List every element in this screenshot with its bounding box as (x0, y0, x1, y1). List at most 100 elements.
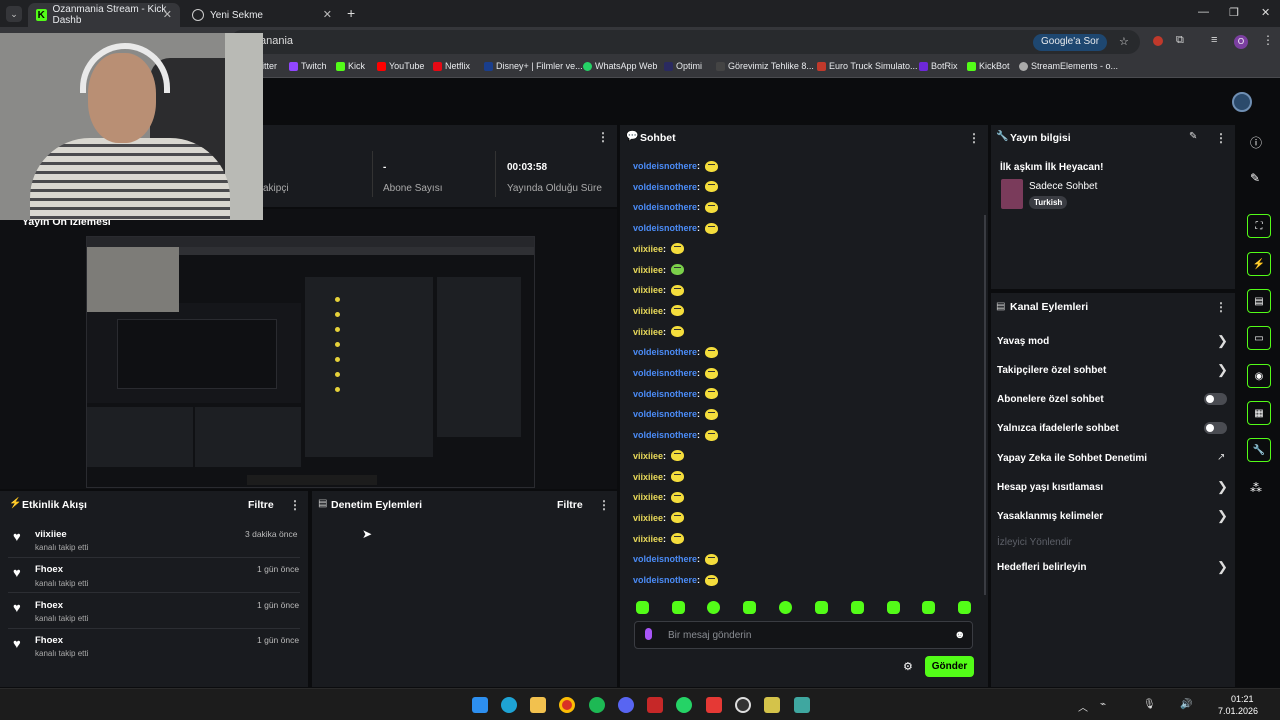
broadcast-icon[interactable]: ◉ (1247, 364, 1271, 388)
chat-username[interactable]: voldeisnothere (633, 409, 697, 419)
chat-username[interactable]: voldeisnothere (633, 182, 697, 192)
more-options-icon[interactable]: ⋮ (597, 130, 609, 144)
emote-button[interactable] (743, 601, 756, 614)
emote-button[interactable] (815, 601, 828, 614)
emote-button[interactable] (779, 601, 792, 614)
emoji-icon[interactable]: ☻ (954, 629, 966, 641)
bookmark-twitter[interactable]: itter (262, 61, 277, 71)
chat-username[interactable]: voldeisnothere (633, 368, 697, 378)
chevron-up-icon[interactable]: ︿ (1078, 699, 1088, 714)
gear-icon[interactable]: ⚙ (903, 660, 913, 673)
bolt-app-icon[interactable] (706, 697, 722, 713)
activity-user[interactable]: Fhoex (35, 600, 63, 611)
more-options-icon[interactable]: ⋮ (289, 498, 301, 512)
stream-preview-video[interactable] (86, 236, 535, 488)
emote-button[interactable] (958, 601, 971, 614)
menu-icon[interactable]: ⋮ (1262, 33, 1274, 47)
close-icon[interactable]: ✕ (323, 8, 332, 21)
emote-button[interactable] (707, 601, 720, 614)
pencil-icon[interactable]: ✎ (1250, 171, 1260, 185)
more-options-icon[interactable]: ⋮ (1215, 300, 1227, 314)
folder-icon[interactable] (530, 697, 546, 713)
edit-icon[interactable]: ✎ (1189, 131, 1197, 142)
chat-username[interactable]: voldeisnothere (633, 554, 697, 564)
bookmark-youtube[interactable]: YouTube (377, 61, 424, 71)
new-tab-button[interactable]: + (347, 5, 355, 21)
send-button[interactable]: Gönder (925, 656, 974, 677)
reading-list-icon[interactable]: ≡ (1211, 34, 1217, 46)
globe-icon[interactable] (1232, 92, 1252, 112)
tab-new-tab[interactable]: Yeni Sekme ✕ (184, 3, 340, 27)
chat-username[interactable]: voldeisnothere (633, 575, 697, 585)
speaker-icon[interactable]: 🔊 (1180, 699, 1192, 710)
layout-icon[interactable]: ▦ (1247, 401, 1271, 425)
chat-bubble-icon[interactable]: ▭ (1247, 326, 1271, 350)
bookmark-optimi[interactable]: Optimi (664, 61, 702, 71)
whatsapp-icon[interactable] (676, 697, 692, 713)
emotes-only-toggle[interactable] (1204, 422, 1227, 434)
moderation-filter-button[interactable]: Filtre (557, 499, 583, 511)
close-window-icon[interactable]: ✕ (1261, 6, 1270, 19)
nodes-icon[interactable]: ⁂ (1250, 481, 1262, 495)
chat-username[interactable]: viixiiee (633, 513, 663, 523)
chat-username[interactable]: viixiiee (633, 451, 663, 461)
chat-username[interactable]: voldeisnothere (633, 389, 697, 399)
emote-button[interactable] (672, 601, 685, 614)
chat-username[interactable]: voldeisnothere (633, 161, 697, 171)
bookmark-kickbot[interactable]: KickBot (967, 61, 1010, 71)
bookmark-botrix[interactable]: BotRix (919, 61, 958, 71)
chat-message-input[interactable]: Bir mesaj gönderin ☻ (634, 621, 973, 649)
clock-date[interactable]: 7.01.2026 (1218, 706, 1258, 716)
puzzle-icon[interactable]: ⧉ (1176, 34, 1184, 47)
chat-username[interactable]: viixiiee (633, 492, 663, 502)
network-icon[interactable]: ⌁ (1100, 699, 1106, 710)
tab-kick-dashboard[interactable]: K Ozanmania Stream - Kick Dashb ✕ (28, 3, 180, 27)
emote-button[interactable] (887, 601, 900, 614)
url-field[interactable]: anania (230, 30, 1140, 54)
activity-user[interactable]: Fhoex (35, 635, 63, 646)
bookmark-whatsapp[interactable]: WhatsApp Web (583, 61, 657, 71)
discord-icon[interactable] (618, 697, 634, 713)
bookmark-ets[interactable]: Euro Truck Simulato... (817, 61, 918, 71)
close-icon[interactable]: ✕ (163, 8, 172, 21)
document-icon[interactable]: ▤ (1247, 289, 1271, 313)
bookmark-twitch[interactable]: Twitch (289, 61, 327, 71)
activity-filter-button[interactable]: Filtre (248, 499, 274, 511)
bookmark-kick[interactable]: Kick (336, 61, 365, 71)
chat-username[interactable]: viixiiee (633, 265, 663, 275)
activity-user[interactable]: Fhoex (35, 564, 63, 575)
chat-username[interactable]: viixiiee (633, 472, 663, 482)
edge-icon[interactable] (501, 697, 517, 713)
emote-button[interactable] (922, 601, 935, 614)
chrome-icon[interactable] (559, 697, 575, 713)
star-icon[interactable]: ☆ (1119, 35, 1129, 48)
tab-search-button[interactable]: ⌄ (6, 6, 22, 22)
chat-username[interactable]: voldeisnothere (633, 223, 697, 233)
category-name[interactable]: Sadece Sohbet (1029, 181, 1097, 192)
app-red-icon[interactable] (647, 697, 663, 713)
info-icon[interactable]: ⓘ (1250, 134, 1262, 151)
chat-username[interactable]: viixiiee (633, 285, 663, 295)
bookmark-streamelements[interactable]: StreamElements - o... (1019, 61, 1118, 71)
emote-button[interactable] (851, 601, 864, 614)
category-thumbnail[interactable] (1001, 179, 1023, 209)
chat-username[interactable]: viixiiee (633, 327, 663, 337)
extension-icon[interactable] (1153, 36, 1163, 46)
emote-button[interactable] (636, 601, 649, 614)
google-ask-button[interactable]: Google'a Sor (1033, 34, 1108, 51)
bookmark-disney[interactable]: Disney+ | Filmler ve... (484, 61, 583, 71)
restore-icon[interactable]: ❐ (1229, 6, 1239, 19)
activity-user[interactable]: viixiiee (35, 529, 67, 540)
subscribers-only-toggle[interactable] (1204, 393, 1227, 405)
wrench-icon[interactable]: 🔧 (1247, 438, 1271, 462)
app-yellow-icon[interactable] (764, 697, 780, 713)
bookmark-gorevimiz[interactable]: Görevimiz Tehlike 8... (716, 61, 814, 71)
more-options-icon[interactable]: ⋮ (598, 498, 610, 512)
chat-username[interactable]: viixiiee (633, 244, 663, 254)
profile-avatar[interactable]: O (1234, 35, 1248, 49)
windows-start-icon[interactable] (472, 697, 488, 713)
chat-username[interactable]: voldeisnothere (633, 202, 697, 212)
app-teal-icon[interactable] (794, 697, 810, 713)
more-options-icon[interactable]: ⋮ (968, 131, 980, 145)
chat-username[interactable]: viixiiee (633, 534, 663, 544)
